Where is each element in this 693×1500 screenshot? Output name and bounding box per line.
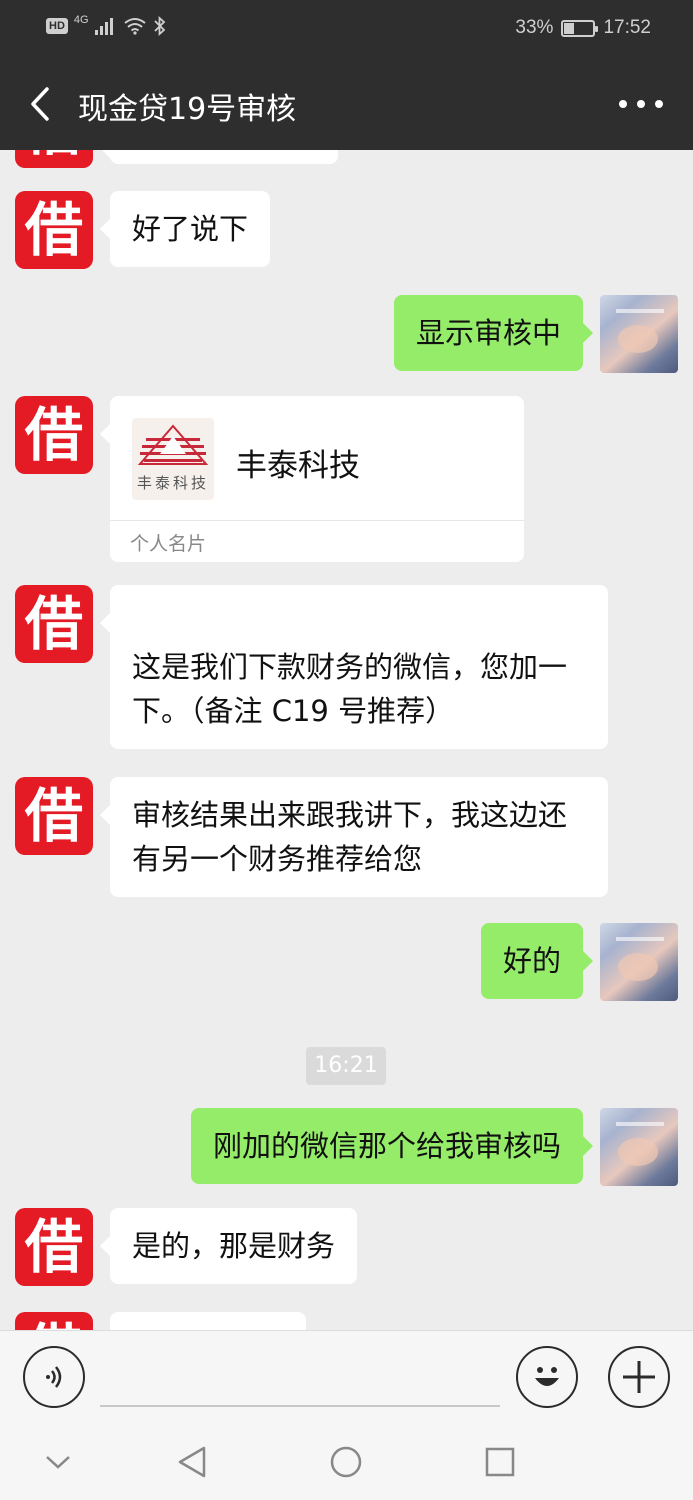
system-nav-bar — [0, 1422, 693, 1500]
contact-avatar[interactable]: 借 — [15, 1208, 93, 1286]
square-recents-icon — [485, 1447, 515, 1477]
message-bubble-mine[interactable]: 显示审核中 — [393, 295, 594, 371]
plus-icon — [623, 1361, 655, 1393]
contact-card[interactable]: 丰泰科技 丰泰科技 个人名片 — [100, 396, 524, 562]
battery-fill — [564, 22, 575, 34]
bluetooth-icon — [153, 16, 165, 36]
chat-area[interactable]: 借 借 好了说下 显示审核中 借 丰泰科技 丰泰科技 个人名片 借 这是我们下款… — [0, 150, 693, 1330]
my-avatar[interactable] — [600, 923, 678, 1001]
message-timestamp: 16:21 — [306, 1047, 386, 1085]
contact-avatar[interactable]: 借 — [15, 191, 93, 269]
contact-avatar[interactable]: 借 — [15, 585, 93, 663]
network-label: 4G — [73, 14, 89, 26]
status-bar: HD 4G 33% 17:52 — [0, 0, 693, 58]
chat-title: 现金贷19号审核 — [78, 92, 297, 127]
signal-icon — [94, 18, 113, 35]
nav-recents-button[interactable] — [478, 1440, 522, 1484]
contact-avatar[interactable]: 借 — [15, 396, 93, 474]
clock: 17:52 — [603, 17, 651, 38]
battery-percent: 33% — [515, 17, 554, 38]
message-line: 有另一个财务推荐给您 — [132, 842, 423, 876]
nav-back-button[interactable] — [170, 1440, 214, 1484]
back-arrow-icon — [31, 87, 49, 121]
emoji-icon — [535, 1367, 559, 1386]
message-input[interactable] — [100, 1405, 500, 1407]
nav-home-button[interactable] — [324, 1440, 368, 1484]
my-avatar[interactable] — [600, 295, 678, 373]
contact-avatar[interactable]: 借 — [15, 150, 93, 168]
wifi-icon — [123, 18, 146, 35]
hd-badge: HD — [46, 18, 68, 34]
message-bubble[interactable]: 审核结果出来跟我讲下，我这边还 有另一个财务推荐给您 — [100, 777, 608, 897]
message-bubble-partial[interactable] — [100, 150, 338, 164]
message-line: 审核结果出来跟我讲下，我这边还 — [132, 798, 568, 832]
add-button[interactable] — [608, 1346, 670, 1408]
chat-header: 现金贷19号审核 — [0, 58, 693, 150]
card-name: 丰泰科技 — [236, 448, 360, 484]
more-icon-dot — [655, 100, 663, 108]
more-button[interactable] — [619, 94, 663, 114]
my-avatar[interactable] — [600, 1108, 678, 1186]
card-divider — [110, 520, 524, 521]
battery-icon — [561, 19, 599, 37]
message-bubble-mine[interactable]: 刚加的微信那个给我审核吗 — [190, 1108, 594, 1184]
message-bubble[interactable]: 是的，那是财务 — [99, 1208, 358, 1284]
nav-hide-keyboard-button[interactable] — [36, 1440, 80, 1484]
message-bubble[interactable]: 这是我们下款财务的微信，您加一 下。（备注 C19 号推荐） — [100, 585, 608, 749]
status-icons-left: HD 4G — [46, 14, 167, 36]
chevron-down-icon — [46, 1456, 70, 1469]
card-type-label: 个人名片 — [130, 533, 207, 555]
emoji-button[interactable] — [516, 1346, 578, 1408]
back-button[interactable] — [20, 84, 60, 124]
message-bubble-mine[interactable]: 好的 — [480, 923, 594, 999]
card-logo: 丰泰科技 — [132, 418, 214, 500]
message-bubble[interactable]: 好了说下 — [99, 191, 271, 267]
circle-home-icon — [330, 1446, 362, 1478]
voice-button[interactable] — [23, 1346, 85, 1408]
triangle-back-icon — [178, 1446, 206, 1478]
voice-icon — [46, 1366, 62, 1388]
message-line: 这是我们下款财务的微信，您加一 — [132, 650, 568, 684]
contact-avatar[interactable]: 借 — [15, 1312, 93, 1330]
more-icon-dot — [637, 100, 645, 108]
contact-avatar[interactable]: 借 — [15, 777, 93, 855]
message-bubble-partial[interactable] — [110, 1312, 306, 1330]
more-icon-dot — [619, 100, 627, 108]
input-bar — [0, 1330, 693, 1422]
message-line: 下。（备注 C19 号推荐） — [132, 694, 455, 728]
status-icons-right: 33% 17:52 — [515, 17, 651, 39]
card-logo-text: 丰泰科技 — [136, 474, 209, 492]
